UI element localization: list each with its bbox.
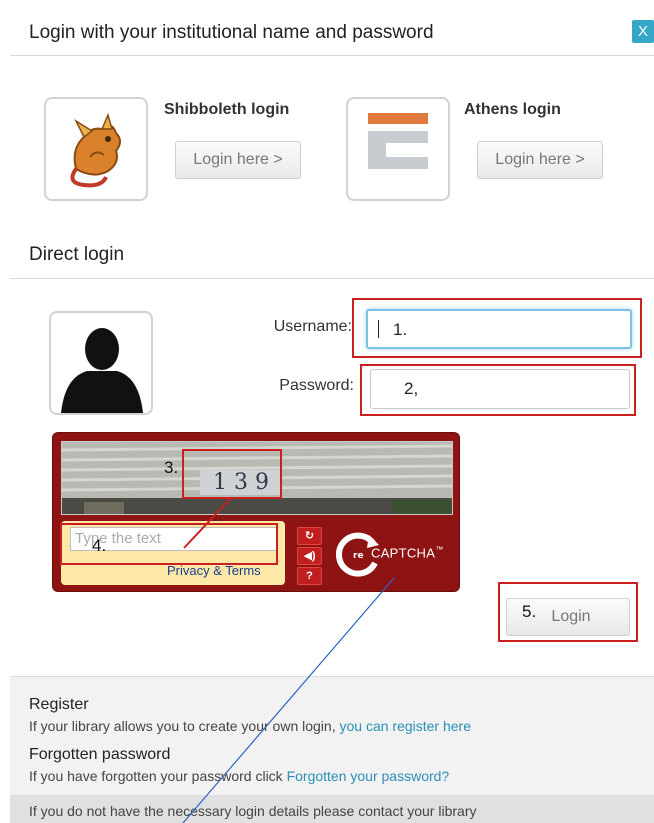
shibboleth-title: Shibboleth login <box>164 101 290 118</box>
forgot-description: If you have forgotten your password clic… <box>29 768 287 784</box>
forgot-password-link[interactable]: Forgotten your password? <box>287 768 450 784</box>
refresh-icon[interactable]: ↻ <box>297 527 322 545</box>
contact-text: If you do not have the necessary login d… <box>29 803 477 819</box>
recaptcha-prefix: re <box>353 551 364 561</box>
annotation-box-password <box>360 364 636 416</box>
audio-icon[interactable]: ◀) <box>297 547 322 565</box>
annotation-4: 4. <box>92 536 107 555</box>
forgot-heading: Forgotten password <box>29 746 171 763</box>
close-button[interactable]: X <box>632 20 654 43</box>
register-heading: Register <box>29 696 89 713</box>
annotation-box-challenge <box>182 449 282 499</box>
shibboleth-logo <box>44 97 148 201</box>
direct-login-heading: Direct login <box>29 244 125 265</box>
athens-login-button[interactable]: Login here > <box>477 141 603 179</box>
register-link[interactable]: you can register here <box>339 718 471 734</box>
athens-logo <box>346 97 450 201</box>
register-description: If your library allows you to create you… <box>29 718 340 734</box>
contact-bar: If you do not have the necessary login d… <box>10 795 654 823</box>
athens-icon <box>368 113 428 169</box>
help-icon[interactable]: ? <box>297 567 322 585</box>
privacy-terms-link[interactable]: Privacy & Terms <box>167 563 261 578</box>
divider <box>10 278 654 279</box>
dialog-title: Login with your institutional name and p… <box>29 22 434 43</box>
username-label: Username: <box>273 318 352 335</box>
trademark: ™ <box>435 545 444 554</box>
register-text: If your library allows you to create you… <box>29 718 471 734</box>
annotation-box-login <box>498 582 638 642</box>
footer: Register If your library allows you to c… <box>10 676 654 823</box>
griffin-icon <box>70 112 121 188</box>
recaptcha-logo-text: CAPTCHA™ <box>371 545 444 560</box>
password-label: Password: <box>279 377 354 394</box>
annotation-3: 3. <box>164 458 179 477</box>
dialog-header: Login with your institutional name and p… <box>10 10 654 56</box>
recaptcha-wordmark: CAPTCHA <box>371 545 436 561</box>
athens-title: Athens login <box>464 101 561 118</box>
user-silhouette-icon <box>61 328 143 413</box>
shibboleth-login-button[interactable]: Login here > <box>175 141 301 179</box>
annotation-box-username <box>352 298 642 358</box>
forgot-text: If you have forgotten your password clic… <box>29 768 449 784</box>
avatar <box>49 311 153 415</box>
